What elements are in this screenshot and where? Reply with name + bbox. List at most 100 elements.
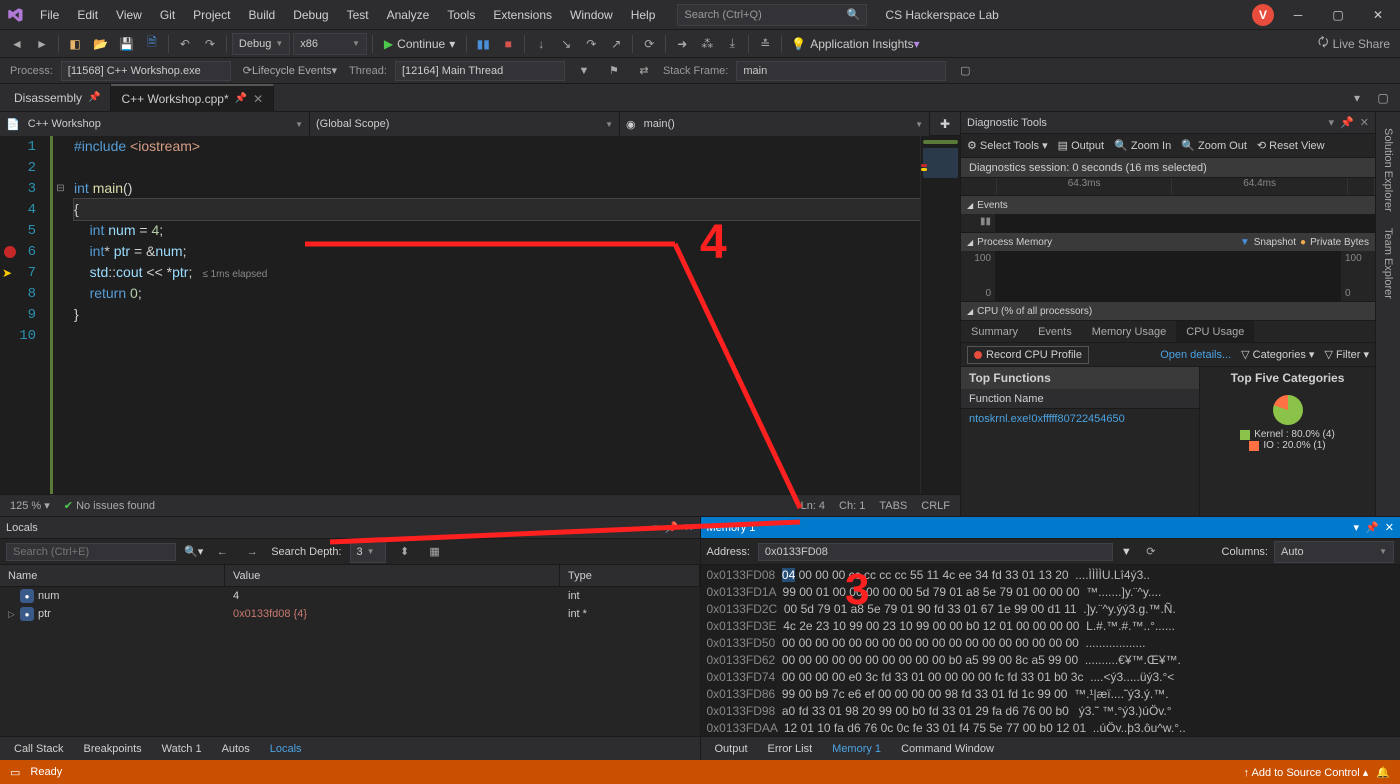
depth-combo[interactable]: 3▼ [350,541,386,563]
col-name[interactable]: Name [0,565,225,586]
step-over-button[interactable]: ↷ [580,33,602,55]
menu-file[interactable]: File [32,4,67,26]
close-icon[interactable]: ✕ [684,521,693,534]
nav-back-button[interactable]: ◄ [6,33,28,55]
tab-autos[interactable]: Autos [214,741,258,757]
pin-icon[interactable]: 📌 [88,92,100,103]
menu-extensions[interactable]: Extensions [485,4,560,26]
redo-button[interactable]: ↷ [199,33,221,55]
line-gutter[interactable]: 123 4 5 6 ➤7 8910 [0,136,50,494]
diag-tab-memory[interactable]: Memory Usage [1082,321,1177,342]
dropdown-icon[interactable]: ▾ [1354,521,1360,534]
output-button[interactable]: ▤ Output [1058,139,1104,152]
step-into-button[interactable]: ↘ [555,33,577,55]
minimap[interactable] [920,136,960,494]
tool-button[interactable]: ⁂ [696,33,718,55]
locals-row-num[interactable]: ●num 4 int [0,587,700,605]
tab-overflow-button[interactable]: ▾ [1346,87,1368,109]
search-box[interactable]: Search (Ctrl+Q) 🔍 [677,4,867,26]
flag-button[interactable]: ⚑ [603,60,625,82]
break-all-button[interactable]: ▮▮ [472,33,494,55]
show-next-stmt-button[interactable]: ↓ [530,33,552,55]
config-combo[interactable]: Debug▼ [232,33,290,55]
code-editor[interactable]: 123 4 5 6 ➤7 8910 ⊟ #include <iostream> … [0,136,960,494]
live-share-button[interactable]: 🗘 Live Share [1314,33,1394,55]
close-icon[interactable]: ✕ [253,92,263,106]
tab-disassembly[interactable]: Disassembly📌 [4,84,111,112]
menu-edit[interactable]: Edit [69,4,106,26]
app-insights-button[interactable]: 💡 Application Insights ▾ [787,33,923,55]
menu-window[interactable]: Window [562,4,621,26]
nav-scope-combo[interactable]: (Global Scope)▼ [310,112,620,136]
tab-watch[interactable]: Watch 1 [154,741,210,757]
expand-icon[interactable]: ▷ [8,609,20,620]
save-button[interactable]: 💾 [115,33,138,55]
dropdown-icon[interactable]: ▾ [1329,116,1335,129]
function-row[interactable]: ntoskrnl.exe!0xfffff80722454650 [961,409,1199,429]
col-type[interactable]: Type [560,565,700,586]
platform-combo[interactable]: x86▼ [293,33,367,55]
pin-icon[interactable]: 📌 [1340,116,1354,129]
cpu-section-header[interactable]: ◢CPU (% of all processors) [961,302,1375,320]
tab-workshop[interactable]: C++ Workshop.cpp*📌✕ [111,84,274,112]
tab-memory[interactable]: Memory 1 [824,741,889,757]
nav-prev-button[interactable]: ← [211,541,233,563]
add-source-control-button[interactable]: ↑ Add to Source Control ▴ [1244,766,1369,779]
tab-call-stack[interactable]: Call Stack [6,741,72,757]
toggle-button[interactable]: ⇄ [633,60,655,82]
pin-icon[interactable]: 📌 [1365,521,1379,534]
show-threads-button[interactable]: ➜ [671,33,693,55]
split-button[interactable]: ✚ [930,112,960,135]
close-button[interactable]: ✕ [1362,3,1394,27]
menu-test[interactable]: Test [339,4,377,26]
nav-project-combo[interactable]: 📄 C++ Workshop▼ [0,112,310,136]
tool-button-2[interactable]: ▦ [424,541,446,563]
locals-search-input[interactable] [6,543,176,561]
nav-fwd-button[interactable]: ► [31,33,53,55]
notifications-button[interactable]: 🔔 [1376,766,1390,779]
tool-button-2[interactable]: ≛ [754,33,776,55]
address-input[interactable] [758,543,1113,561]
stop-button[interactable]: ■ [497,33,519,55]
maximize-button[interactable]: ▢ [1322,3,1354,27]
stack-extra-button[interactable]: ▢ [954,60,976,82]
step-out-button[interactable]: ↗ [605,33,627,55]
tool-button[interactable]: ⬍ [394,541,416,563]
tab-breakpoints[interactable]: Breakpoints [76,741,150,757]
lifecycle-button[interactable]: ⟳ Lifecycle Events ▾ [239,60,341,82]
undo-button[interactable]: ↶ [174,33,196,55]
diag-tab-cpu[interactable]: CPU Usage [1176,321,1254,342]
tab-locals[interactable]: Locals [262,741,310,757]
crlf-indicator[interactable]: CRLF [921,500,950,512]
menu-git[interactable]: Git [152,4,183,26]
close-icon[interactable]: ✕ [1385,521,1394,534]
hot-reload-button[interactable]: ⤓ [721,33,743,55]
breakpoint-icon[interactable] [4,246,16,258]
open-details-link[interactable]: Open details... [1160,349,1231,361]
issues-status[interactable]: ✔ No issues found [64,499,155,512]
code-content[interactable]: #include <iostream> int main() { int num… [68,136,920,494]
menu-debug[interactable]: Debug [285,4,336,26]
pin-icon[interactable]: 📌 [665,521,679,534]
events-section-header[interactable]: ◢Events [961,196,1375,214]
nav-next-button[interactable]: → [241,541,263,563]
locals-row-ptr[interactable]: ▷●ptr 0x0133fd08 {4} int * [0,605,700,623]
reset-view-button[interactable]: ⟲ Reset View [1257,139,1325,152]
tab-window-button[interactable]: ▢ [1372,87,1394,109]
menu-help[interactable]: Help [623,4,664,26]
open-button[interactable]: 📂 [89,33,112,55]
menu-view[interactable]: View [108,4,150,26]
diag-tab-events[interactable]: Events [1028,321,1082,342]
record-cpu-button[interactable]: Record CPU Profile [967,346,1089,364]
filter-button[interactable]: ▽ Filter ▾ [1324,348,1369,361]
refresh-button[interactable]: ⟳ [1140,541,1162,563]
continue-button[interactable]: ▶Continue▾ [378,33,461,55]
tab-command[interactable]: Command Window [893,741,1002,757]
process-combo[interactable]: [11568] C++ Workshop.exe [61,61,231,81]
dropdown-icon[interactable]: ▾ [653,521,659,534]
menu-build[interactable]: Build [241,4,284,26]
zoom-combo[interactable]: 125 % ▾ [10,499,50,512]
tab-error-list[interactable]: Error List [760,741,821,757]
minimize-button[interactable]: ─ [1282,3,1314,27]
menu-analyze[interactable]: Analyze [379,4,438,26]
